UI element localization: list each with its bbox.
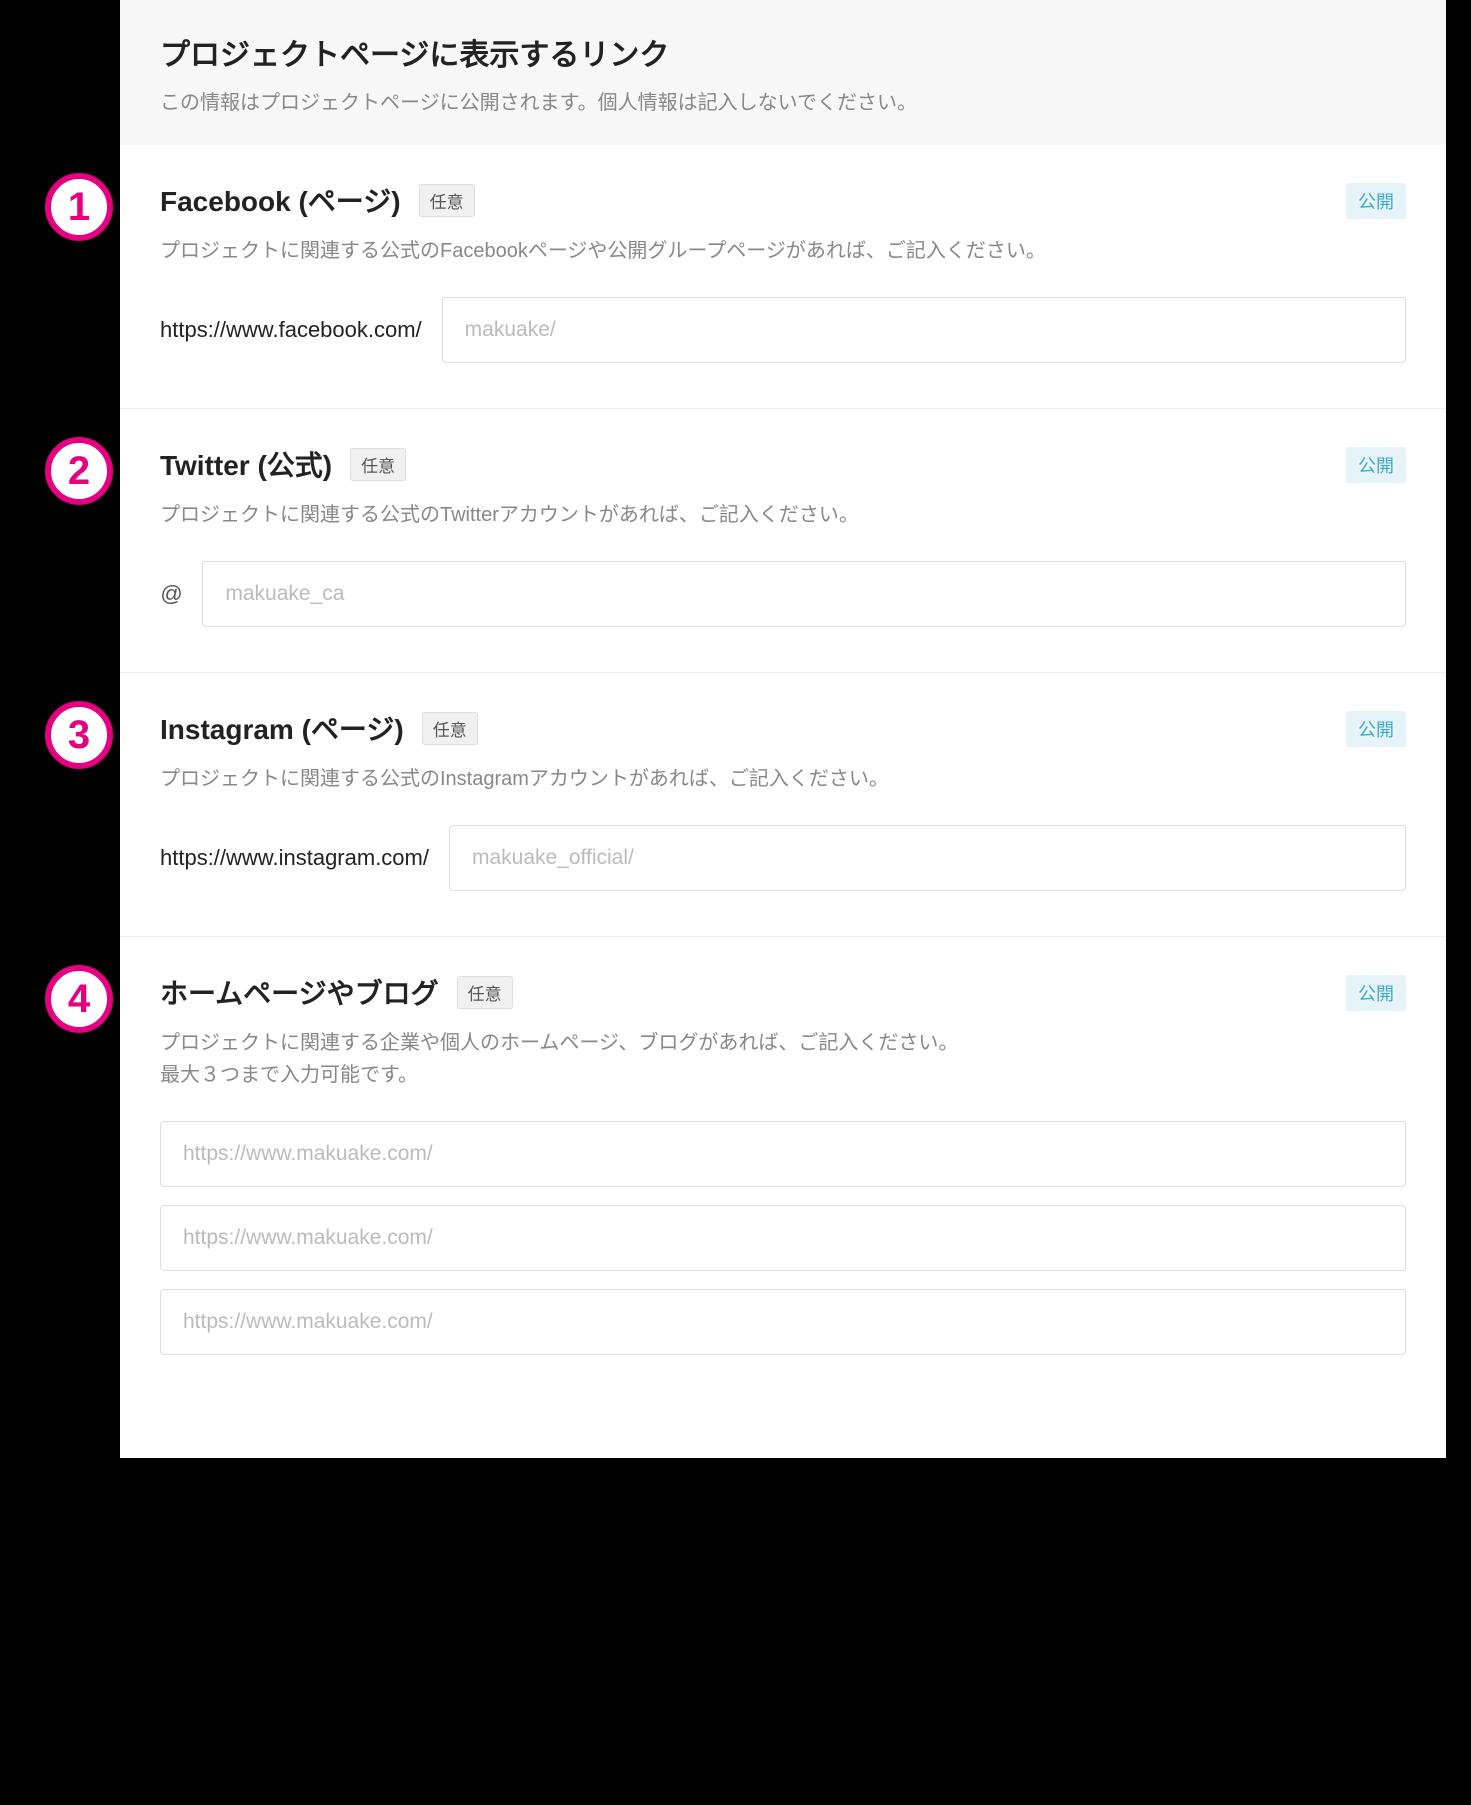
page-title: プロジェクトページに表示するリンク — [160, 30, 1406, 74]
annotation-circle-2: 2 — [45, 437, 113, 505]
facebook-title: Facebook (ページ) — [160, 180, 401, 220]
twitter-desc: プロジェクトに関連する公式のTwitterアカウントがあれば、ご記入ください。 — [160, 499, 1406, 531]
instagram-public-badge: 公開 — [1346, 711, 1406, 747]
instagram-desc: プロジェクトに関連する公式のInstagramアカウントがあれば、ご記入ください… — [160, 763, 1406, 795]
twitter-input-row: @ — [160, 561, 1406, 627]
homepage-input-2[interactable] — [160, 1205, 1406, 1271]
homepage-input-1[interactable] — [160, 1121, 1406, 1187]
facebook-section: 1 Facebook (ページ) 任意 公開 プロジェクトに関連する公式のFac… — [120, 145, 1446, 409]
instagram-input-row: https://www.instagram.com/ — [160, 825, 1406, 891]
annotation-number-1: 1 — [68, 187, 90, 227]
instagram-url-prefix: https://www.instagram.com/ — [160, 845, 429, 871]
homepage-header: ホームページやブログ 任意 — [160, 972, 1406, 1012]
twitter-header: Twitter (公式) 任意 — [160, 444, 1406, 484]
instagram-input[interactable] — [449, 825, 1406, 891]
page-subtitle: この情報はプロジェクトページに公開されます。個人情報は記入しないでください。 — [160, 86, 1406, 115]
homepage-desc: プロジェクトに関連する企業や個人のホームページ、ブログがあれば、ご記入ください。… — [160, 1027, 1406, 1091]
homepage-input-3[interactable] — [160, 1289, 1406, 1355]
facebook-desc: プロジェクトに関連する公式のFacebookページや公開グループページがあれば、… — [160, 235, 1406, 267]
annotation-number-4: 4 — [68, 979, 90, 1019]
homepage-title: ホームページやブログ — [160, 972, 439, 1012]
twitter-input[interactable] — [202, 561, 1406, 627]
twitter-public-badge: 公開 — [1346, 447, 1406, 483]
twitter-title: Twitter (公式) — [160, 444, 332, 484]
instagram-optional-tag: 任意 — [422, 712, 478, 745]
facebook-input[interactable] — [442, 297, 1406, 363]
facebook-url-prefix: https://www.facebook.com/ — [160, 317, 422, 343]
page-container: プロジェクトページに表示するリンク この情報はプロジェクトページに公開されます。… — [120, 0, 1446, 1458]
homepage-public-badge: 公開 — [1346, 975, 1406, 1011]
facebook-optional-tag: 任意 — [419, 184, 475, 217]
instagram-section: 3 Instagram (ページ) 任意 公開 プロジェクトに関連する公式のIn… — [120, 673, 1446, 937]
annotation-circle-4: 4 — [45, 965, 113, 1033]
twitter-optional-tag: 任意 — [350, 448, 406, 481]
instagram-title: Instagram (ページ) — [160, 708, 404, 748]
instagram-header: Instagram (ページ) 任意 — [160, 708, 1406, 748]
annotation-number-3: 3 — [68, 715, 90, 755]
header-section: プロジェクトページに表示するリンク この情報はプロジェクトページに公開されます。… — [120, 0, 1446, 145]
annotation-circle-3: 3 — [45, 701, 113, 769]
facebook-header: Facebook (ページ) 任意 — [160, 180, 1406, 220]
facebook-input-row: https://www.facebook.com/ — [160, 297, 1406, 363]
twitter-at-prefix: @ — [160, 581, 182, 607]
annotation-number-2: 2 — [68, 451, 90, 491]
twitter-section: 2 Twitter (公式) 任意 公開 プロジェクトに関連する公式のTwitt… — [120, 409, 1446, 673]
annotation-circle-1: 1 — [45, 173, 113, 241]
homepage-optional-tag: 任意 — [457, 976, 513, 1009]
homepage-section: 4 ホームページやブログ 任意 公開 プロジェクトに関連する企業や個人のホームペ… — [120, 937, 1446, 1418]
facebook-public-badge: 公開 — [1346, 183, 1406, 219]
